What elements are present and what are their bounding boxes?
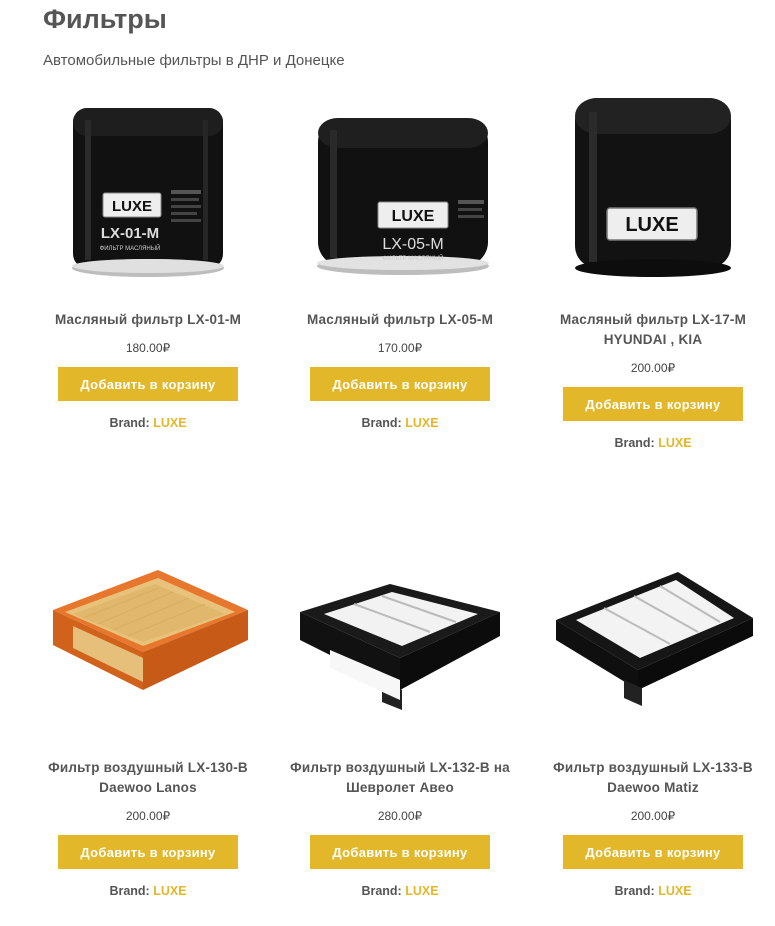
product-card: LUXE Масляный фильтр LX-17-M HYUNDAI , K… (533, 90, 773, 450)
product-brand: Brand: LUXE (109, 884, 187, 898)
product-card: Фильтр воздушный LX-133-B Daewoo Matiz 2… (533, 540, 773, 898)
product-name[interactable]: Фильтр воздушный LX-130-B Daewoo Lanos (28, 758, 268, 798)
product-image[interactable] (28, 540, 268, 758)
add-to-cart-button[interactable]: Добавить в корзину (58, 367, 238, 401)
product-image[interactable]: LUXE (533, 90, 773, 310)
air-filter-orange-icon (53, 570, 248, 690)
air-filter-black-icon (300, 584, 500, 710)
product-price: 180.00₽ (125, 341, 171, 355)
product-price: 280.00₽ (377, 809, 423, 823)
product-card: Фильтр воздушный LX-132-B на Шевролет Ав… (280, 540, 520, 898)
filter-type-text: ФИЛЬТР МАСЛЯНЫЙ (383, 254, 444, 262)
air-filter-black-icon (556, 572, 753, 706)
oil-filter-icon: LUXE LX-01-M ФИЛЬТР МАСЛЯНЫЙ (72, 108, 224, 277)
brand-link[interactable]: LUXE (153, 416, 186, 430)
luxe-logo-text: LUXE (625, 214, 678, 236)
product-name[interactable]: Масляный фильтр LX-17-M HYUNDAI , KIA (533, 310, 773, 350)
product-name[interactable]: Фильтр воздушный LX-132-B на Шевролет Ав… (280, 758, 520, 798)
product-image[interactable]: LUXE LX-01-M ФИЛЬТР МАСЛЯНЫЙ (28, 90, 268, 310)
product-brand: Brand: LUXE (361, 884, 439, 898)
product-brand: Brand: LUXE (614, 436, 692, 450)
brand-link[interactable]: LUXE (658, 436, 691, 450)
product-image[interactable]: LUXE LX-05-M ФИЛЬТР МАСЛЯНЫЙ (280, 90, 520, 310)
product-card: LUXE LX-05-M ФИЛЬТР МАСЛЯНЫЙ Масляный фи… (280, 90, 520, 430)
product-name[interactable]: Фильтр воздушный LX-133-B Daewoo Matiz (533, 758, 773, 798)
product-card: Фильтр воздушный LX-130-B Daewoo Lanos 2… (28, 540, 268, 898)
luxe-logo-text: LUXE (392, 208, 435, 225)
product-brand: Brand: LUXE (361, 416, 439, 430)
filter-model-text: LX-05-M (382, 236, 443, 253)
product-price: 200.00₽ (630, 361, 676, 375)
product-card: LUXE LX-01-M ФИЛЬТР МАСЛЯНЫЙ Масляный фи… (28, 90, 268, 430)
product-price: 200.00₽ (125, 809, 171, 823)
product-image[interactable] (533, 540, 773, 758)
filter-type-text: ФИЛЬТР МАСЛЯНЫЙ (100, 244, 161, 252)
product-brand: Brand: LUXE (109, 416, 187, 430)
filter-model-text: LX-01-M (101, 225, 159, 242)
brand-link[interactable]: LUXE (153, 884, 186, 898)
product-brand: Brand: LUXE (614, 884, 692, 898)
luxe-logo-text: LUXE (112, 198, 152, 215)
product-grid: LUXE LX-01-M ФИЛЬТР МАСЛЯНЫЙ Масляный фи… (0, 0, 775, 926)
oil-filter-icon: LUXE (575, 98, 731, 277)
add-to-cart-button[interactable]: Добавить в корзину (58, 835, 238, 869)
add-to-cart-button[interactable]: Добавить в корзину (563, 387, 743, 421)
product-name[interactable]: Масляный фильтр LX-01-M (28, 310, 268, 330)
brand-link[interactable]: LUXE (658, 884, 691, 898)
oil-filter-icon: LUXE LX-05-M ФИЛЬТР МАСЛЯНЫЙ (317, 118, 489, 275)
product-price: 200.00₽ (630, 809, 676, 823)
product-price: 170.00₽ (377, 341, 423, 355)
add-to-cart-button[interactable]: Добавить в корзину (563, 835, 743, 869)
add-to-cart-button[interactable]: Добавить в корзину (310, 367, 490, 401)
add-to-cart-button[interactable]: Добавить в корзину (310, 835, 490, 869)
brand-link[interactable]: LUXE (405, 416, 438, 430)
product-name[interactable]: Масляный фильтр LX-05-M (280, 310, 520, 330)
brand-link[interactable]: LUXE (405, 884, 438, 898)
product-image[interactable] (280, 540, 520, 758)
